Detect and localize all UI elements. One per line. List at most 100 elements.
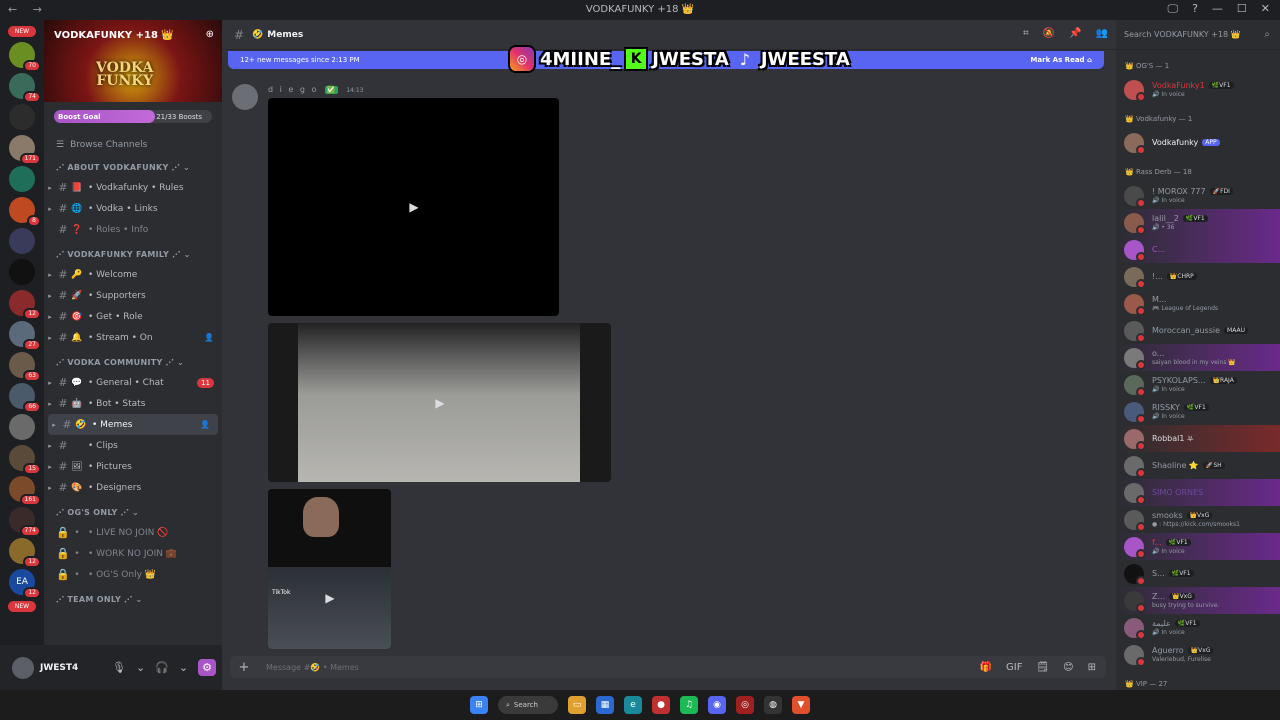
member-item[interactable]: f... 🌿VF1 🔊 In voice bbox=[1116, 533, 1280, 560]
member-item[interactable]: o... saiyan blood in my veins 👑 bbox=[1116, 344, 1280, 371]
avatar[interactable] bbox=[1124, 536, 1146, 559]
avatar[interactable] bbox=[1124, 266, 1146, 289]
channel-item[interactable]: 🔒 • • LIVE NO JOIN 🚫 bbox=[44, 522, 222, 543]
gif-icon[interactable]: GIF bbox=[1006, 662, 1022, 673]
member-item[interactable]: ! MOROX 777 🚀FDI 🔊 In voice bbox=[1116, 182, 1280, 209]
app-icon[interactable]: ● bbox=[652, 696, 670, 714]
server-icon[interactable]: 70 bbox=[9, 42, 41, 72]
channel-item[interactable]: ▸ # 🤣 • Memes 👤 bbox=[48, 414, 218, 435]
member-item[interactable]: VodkaFunky1 🌿VF1 🔊 In voice bbox=[1116, 76, 1280, 103]
server-icon[interactable]: EA 12 bbox=[9, 569, 41, 599]
window-control-icon[interactable]: ☐ bbox=[1237, 2, 1247, 16]
video-attachment[interactable]: TikTok ▶ bbox=[268, 489, 391, 649]
video-attachment[interactable]: ▶ bbox=[268, 323, 611, 482]
avatar[interactable] bbox=[1124, 428, 1146, 451]
member-item[interactable]: !... 👑CHRP bbox=[1116, 263, 1280, 290]
avatar[interactable] bbox=[1124, 617, 1146, 640]
channel-item[interactable]: 🔒 • • OG'S Only 👑 bbox=[44, 564, 222, 585]
play-icon[interactable]: ▶ bbox=[402, 195, 426, 219]
server-icon[interactable]: 774 bbox=[9, 507, 41, 537]
avatar[interactable] bbox=[1124, 401, 1146, 424]
server-icon[interactable] bbox=[9, 259, 35, 285]
channel-item[interactable]: ▸ # 💬 • General • Chat 11 bbox=[44, 372, 222, 393]
server-icon[interactable]: 12 bbox=[9, 290, 41, 320]
avatar[interactable] bbox=[1124, 132, 1146, 155]
channel-item[interactable]: ▸ # 🔔 • Stream • On 👤 bbox=[44, 327, 222, 348]
channel-item[interactable]: ▸ # 🖼 • Pictures bbox=[44, 456, 222, 477]
server-icon[interactable]: 171 bbox=[9, 135, 41, 165]
add-member-icon[interactable]: 👤 bbox=[200, 420, 210, 429]
avatar[interactable] bbox=[1124, 320, 1146, 343]
avatar[interactable] bbox=[1124, 185, 1146, 208]
channel-item[interactable]: ▸ # 🌐 • Vodka • Links bbox=[44, 198, 222, 219]
server-banner[interactable]: VODKAFUNKY +18 👑 ⊕ VODKA FUNKY bbox=[44, 20, 222, 102]
chevron-right-icon[interactable]: ▸ bbox=[44, 184, 56, 192]
invite-icon[interactable]: ⊕ bbox=[206, 29, 214, 40]
window-control-icon[interactable]: — bbox=[1212, 2, 1223, 16]
server-icon[interactable] bbox=[9, 414, 35, 440]
server-name[interactable]: VODKAFUNKY +18 👑 bbox=[54, 30, 174, 41]
avatar[interactable] bbox=[1124, 212, 1146, 235]
window-control-icon[interactable]: 🖵 bbox=[1167, 2, 1178, 16]
channel-item[interactable]: ▸ # 🎨 • Designers bbox=[44, 477, 222, 498]
category-header[interactable]: ⋰ ABOUT VODKAFUNKY ⋰ ⌄ bbox=[56, 163, 222, 175]
member-search[interactable]: Search VODKAFUNKY +18 👑 ⌕ bbox=[1116, 20, 1280, 50]
chevron-right-icon[interactable]: ▸ bbox=[44, 271, 56, 279]
member-item[interactable]: RISSKY 🌿VF1 🔊 In voice bbox=[1116, 398, 1280, 425]
avatar[interactable] bbox=[1124, 239, 1146, 262]
server-icon[interactable]: 12 bbox=[9, 538, 41, 568]
channel-item[interactable]: ▸ # 🔑 • Welcome bbox=[44, 264, 222, 285]
server-icon[interactable]: 63 bbox=[9, 352, 41, 382]
headphones-icon[interactable]: 🎧 bbox=[155, 661, 169, 674]
chevron-right-icon[interactable]: ▸ bbox=[44, 205, 56, 213]
member-search-input[interactable]: Search VODKAFUNKY +18 👑 bbox=[1124, 30, 1241, 39]
avatar[interactable] bbox=[1124, 644, 1146, 667]
brave-icon[interactable]: ▼ bbox=[792, 696, 810, 714]
channel-item[interactable]: ▸ # • Clips bbox=[44, 435, 222, 456]
message-author[interactable]: d i e g o ✅ 14:13 bbox=[268, 85, 363, 94]
member-item[interactable]: C... bbox=[1116, 236, 1280, 263]
threads-icon[interactable]: ⌗ bbox=[1023, 28, 1029, 39]
member-item[interactable]: عليمة 🌿VF1 🔊 In voice bbox=[1116, 614, 1280, 641]
channel-item[interactable]: 🔒 • • WORK NO JOIN 💼 bbox=[44, 543, 222, 564]
channel-item[interactable]: ▸ # 🚀 • Supporters bbox=[44, 285, 222, 306]
play-icon[interactable]: ▶ bbox=[428, 391, 452, 415]
chevron-right-icon[interactable]: ▸ bbox=[48, 421, 60, 429]
server-icon[interactable]: 74 bbox=[9, 73, 41, 103]
members-icon[interactable]: 👥 bbox=[1096, 28, 1108, 39]
window-control-icon[interactable]: ? bbox=[1192, 2, 1198, 16]
mute-icon[interactable]: 🔕 bbox=[1043, 28, 1055, 39]
chevron-right-icon[interactable]: ▸ bbox=[44, 442, 56, 450]
attach-plus-icon[interactable]: + bbox=[230, 660, 258, 675]
chevron-right-icon[interactable]: ▸ bbox=[44, 292, 56, 300]
windows-start-icon[interactable]: ⊞ bbox=[470, 696, 488, 714]
apps-icon[interactable]: ⊞ bbox=[1088, 662, 1096, 673]
chevron-right-icon[interactable]: ▸ bbox=[44, 379, 56, 387]
chevron-down-icon[interactable]: ⌄ bbox=[136, 661, 145, 674]
boost-goal-bar[interactable]: Boost Goal 21/33 Boosts bbox=[54, 110, 212, 123]
server-icon[interactable]: 8 bbox=[9, 197, 41, 227]
member-item[interactable]: Aguerro 👑VxG Valeriebud, Furelise bbox=[1116, 641, 1280, 668]
avatar[interactable] bbox=[1124, 590, 1146, 613]
category-header[interactable]: ⋰ TEAM ONLY ⋰ ⌄ bbox=[56, 595, 222, 607]
settings-gear-icon[interactable]: ⚙ bbox=[198, 659, 216, 676]
chevron-right-icon[interactable]: ▸ bbox=[44, 400, 56, 408]
spotify-icon[interactable]: ♫ bbox=[680, 696, 698, 714]
chevron-down-icon[interactable]: ⌄ bbox=[179, 661, 188, 674]
chevron-right-icon[interactable]: ▸ bbox=[44, 484, 56, 492]
member-item[interactable]: PSYKOLAPS... 👑RAJA 🔊 In voice bbox=[1116, 371, 1280, 398]
server-icon[interactable] bbox=[9, 228, 35, 254]
channel-item[interactable]: # ❓ • Roles • Info bbox=[44, 219, 222, 240]
discord-icon[interactable]: ◉ bbox=[708, 696, 726, 714]
server-icon[interactable]: 66 bbox=[9, 383, 41, 413]
member-item[interactable]: Z... 👑VxG busy trying to survive. bbox=[1116, 587, 1280, 614]
avatar[interactable] bbox=[1124, 293, 1146, 316]
taskbar-search[interactable]: ⌕ Search bbox=[498, 696, 558, 714]
category-header[interactable]: ⋰ VODKAFUNKY FAMILY ⋰ ⌄ bbox=[56, 250, 222, 262]
member-item[interactable]: Moroccan_aussie MAAU bbox=[1116, 317, 1280, 344]
server-icon[interactable]: 27 bbox=[9, 321, 41, 351]
category-header[interactable]: ⋰ VODKA COMMUNITY ⋰ ⌄ bbox=[56, 358, 222, 370]
member-item[interactable]: M... 🎮 League of Legends bbox=[1116, 290, 1280, 317]
video-attachment[interactable]: ▶ bbox=[268, 98, 559, 316]
avatar[interactable] bbox=[1124, 347, 1146, 370]
